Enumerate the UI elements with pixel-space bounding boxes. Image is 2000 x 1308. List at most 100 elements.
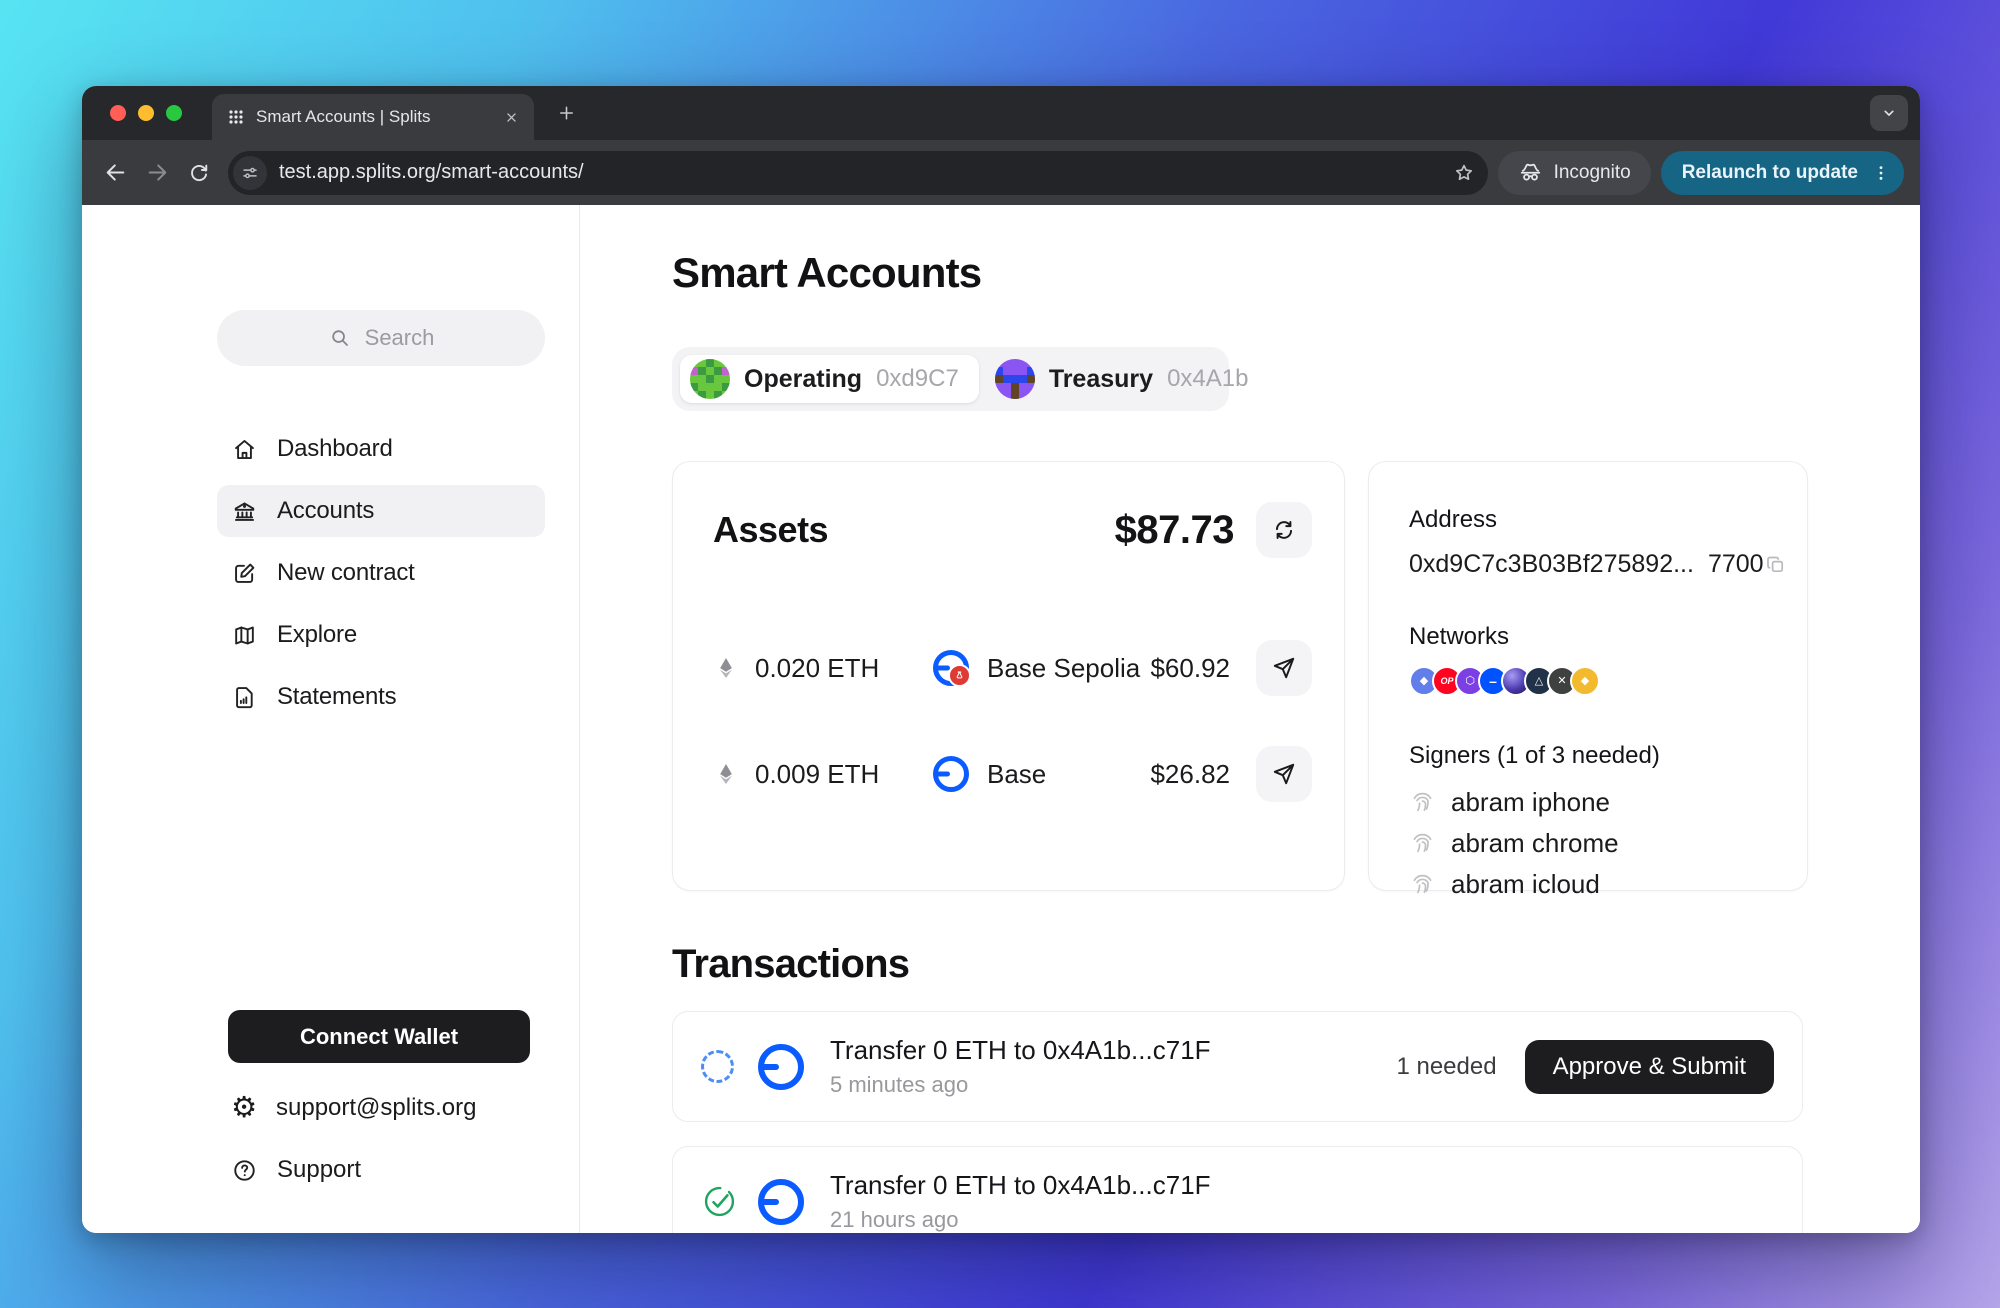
asset-network: Base Sepolia [987, 653, 1150, 684]
tab-strip: Smart Accounts | Splits [82, 86, 1920, 140]
site-settings-icon[interactable] [233, 156, 267, 190]
account-tabs: Operating 0xd9C7 [672, 347, 1229, 411]
signer-row: abram iphone [1409, 782, 1767, 823]
send-button[interactable] [1256, 746, 1312, 802]
splits-favicon [226, 107, 246, 127]
sidebar-item-accounts[interactable]: Accounts [217, 485, 545, 537]
account-tab-operating[interactable]: Operating 0xd9C7 [680, 355, 979, 403]
transaction-title: Transfer 0 ETH to 0x4A1b...c71F [830, 1035, 1211, 1066]
connect-wallet-label: Connect Wallet [300, 1024, 458, 1050]
incognito-label: Incognito [1554, 162, 1631, 184]
main-panel: Smart Accounts [580, 205, 1920, 1233]
account-tab-name: Operating [744, 365, 862, 394]
question-circle-icon [231, 1157, 258, 1184]
tab-search-chevron-button[interactable] [1870, 95, 1908, 131]
search-icon [328, 326, 352, 350]
signer-row: abram icloud [1409, 864, 1767, 905]
copy-address-icon[interactable] [1764, 553, 1788, 577]
signer-name: abram iphone [1451, 787, 1610, 818]
fingerprint-icon [1409, 789, 1436, 816]
pending-status-icon [701, 1050, 734, 1083]
sidebar-item-label: New contract [277, 559, 415, 587]
address-label: Address [1409, 506, 1767, 534]
support-email-label: support@splits.org [276, 1094, 476, 1122]
close-window-button[interactable] [110, 105, 126, 121]
reload-icon[interactable] [178, 152, 220, 194]
approve-submit-button[interactable]: Approve & Submit [1525, 1040, 1774, 1094]
incognito-badge: Incognito [1498, 151, 1651, 195]
networks-label: Networks [1409, 623, 1767, 651]
desktop-background: Smart Accounts | Splits [0, 0, 2000, 1308]
page-title: Smart Accounts [672, 249, 1920, 297]
sidebar-item-label: Accounts [277, 497, 374, 525]
signatures-needed: 1 needed [1396, 1053, 1496, 1081]
sidebar-item-dashboard[interactable]: Dashboard [217, 423, 545, 475]
asset-value: $26.82 [1150, 759, 1230, 790]
asset-row: 0.009 ETH Base $26.82 [713, 746, 1312, 802]
window-controls [110, 105, 182, 121]
sidebar-nav: Dashboard Accounts [217, 423, 545, 723]
connect-wallet-button[interactable]: Connect Wallet [228, 1010, 530, 1063]
address-bar[interactable]: test.app.splits.org/smart-accounts/ [228, 151, 1488, 195]
assets-heading: Assets [713, 509, 828, 551]
approve-submit-label: Approve & Submit [1553, 1053, 1746, 1081]
asset-network: Base [987, 759, 1150, 790]
assets-total: $87.73 [1115, 508, 1234, 553]
send-icon [1271, 761, 1297, 787]
asset-amount: 0.009 ETH [755, 759, 933, 790]
back-icon[interactable] [94, 152, 136, 194]
sidebar-item-label: Dashboard [277, 435, 393, 463]
sidebar-item-new-contract[interactable]: New contract [217, 547, 545, 599]
account-details-card: Address 0xd9C7c3B03Bf275892... 7700 [1368, 461, 1808, 891]
map-icon [231, 622, 258, 649]
fingerprint-icon [1409, 830, 1436, 857]
sidebar: Search Dashboard [82, 205, 580, 1233]
document-chart-icon [231, 684, 258, 711]
base-network-icon [758, 1044, 804, 1090]
relaunch-label: Relaunch to update [1682, 162, 1858, 184]
sidebar-item-support[interactable]: Support [217, 1144, 545, 1196]
transactions-heading: Transactions [672, 941, 1920, 987]
transaction-time: 21 hours ago [830, 1207, 1211, 1233]
transaction-row[interactable]: Transfer 0 ETH to 0x4A1b...c71F 21 hours… [672, 1146, 1803, 1233]
sidebar-item-support-email[interactable]: ⚙ support@splits.org [217, 1082, 545, 1134]
transaction-time: 5 minutes ago [830, 1072, 1211, 1098]
testnet-flask-badge [948, 664, 971, 687]
minimize-window-button[interactable] [138, 105, 154, 121]
fingerprint-icon [1409, 871, 1436, 898]
url-text[interactable]: test.app.splits.org/smart-accounts/ [279, 161, 1452, 184]
bank-icon [231, 498, 258, 525]
account-tab-treasury[interactable]: Treasury 0x4A1b [985, 355, 1269, 403]
base-icon [933, 756, 969, 792]
refresh-button[interactable] [1256, 502, 1312, 558]
close-tab-icon[interactable] [503, 109, 520, 126]
eth-icon [713, 761, 739, 787]
search-placeholder: Search [365, 325, 435, 351]
sidebar-item-statements[interactable]: Statements [217, 671, 545, 723]
sidebar-item-explore[interactable]: Explore [217, 609, 545, 661]
signers-label: Signers (1 of 3 needed) [1409, 742, 1767, 770]
browser-window: Smart Accounts | Splits [82, 86, 1920, 1233]
support-label: Support [277, 1156, 361, 1184]
eth-icon [713, 655, 739, 681]
browser-menu-kebab-icon[interactable] [1871, 163, 1891, 183]
account-tab-address: 0xd9C7 [876, 365, 959, 393]
signer-list: abram iphone abram chrome [1409, 782, 1767, 905]
account-tab-address: 0x4A1b [1167, 365, 1248, 393]
tab-title: Smart Accounts | Splits [256, 107, 493, 127]
transaction-row[interactable]: Transfer 0 ETH to 0x4A1b...c71F 5 minute… [672, 1011, 1803, 1122]
bookmark-star-icon[interactable] [1452, 161, 1476, 185]
search-input[interactable]: Search [217, 310, 545, 366]
sidebar-item-label: Statements [277, 683, 396, 711]
refresh-icon [1271, 517, 1297, 543]
send-button[interactable] [1256, 640, 1312, 696]
asset-value: $60.92 [1150, 653, 1230, 684]
treasury-avatar [995, 359, 1035, 399]
address-tail: 7700 [1708, 550, 1764, 579]
signer-name: abram chrome [1451, 828, 1619, 859]
zoom-window-button[interactable] [166, 105, 182, 121]
browser-tab[interactable]: Smart Accounts | Splits [212, 94, 534, 140]
relaunch-to-update-button[interactable]: Relaunch to update [1661, 151, 1904, 195]
new-tab-icon[interactable] [556, 103, 577, 124]
forward-icon[interactable] [136, 152, 178, 194]
